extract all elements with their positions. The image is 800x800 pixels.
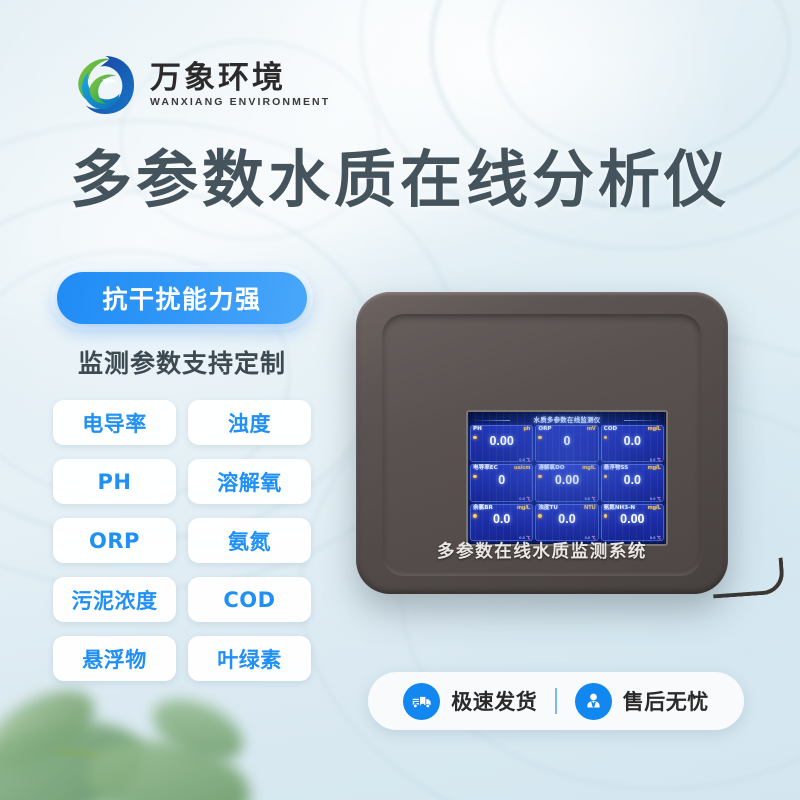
cell-value: 0.00 xyxy=(489,433,514,448)
cell-sub-unit: ℃ xyxy=(656,496,661,502)
cell-unit: mg/L xyxy=(647,504,661,511)
parameter-cell[interactable]: 余氯BR mg/L 0.0 0.0 ℃ xyxy=(470,503,534,541)
cell-sub-unit: ℃ xyxy=(526,496,531,502)
cell-value: 0 xyxy=(498,472,506,487)
parameter-cell[interactable]: 悬浮物SS mg/L 0.0 0.0 ℃ xyxy=(600,464,664,502)
cell-value: 0.00 xyxy=(554,472,580,487)
screen-header-title: 水质多参数在线监测仪 xyxy=(470,414,664,425)
parameter-cell[interactable]: PH ph 0.00 0.0 ℃ xyxy=(470,425,534,463)
cell-sub-unit: ℃ xyxy=(526,456,531,462)
product-banner: 万象环境 WANXIANG ENVIRONMENT 多参数水质在线分析仪 抗干扰… xyxy=(0,0,800,800)
parameter-tag[interactable]: 污泥浓度 xyxy=(53,577,176,622)
cell-secondary-reading: 0.0 ℃ xyxy=(650,497,661,501)
analyzer-device: 水质多参数在线监测仪 PH ph 0.00 0.0 ℃ ORP mV 0 COD… xyxy=(356,292,728,594)
parameter-tag[interactable]: ORP xyxy=(53,518,176,563)
parameter-tag[interactable]: 氨氮 xyxy=(188,518,311,563)
cell-name: 氨氮NH3-N xyxy=(603,504,636,511)
parameter-tag[interactable]: 浊度 xyxy=(188,400,311,445)
lcd-screen[interactable]: 水质多参数在线监测仪 PH ph 0.00 0.0 ℃ ORP mV 0 COD… xyxy=(466,410,668,546)
cell-sub-value: 0.0 xyxy=(649,456,656,462)
service-badge-label: 售后无忧 xyxy=(622,690,709,714)
cell-name: 余氯BR xyxy=(473,504,493,511)
brand-logo: 万象环境 WANXIANG ENVIRONMENT xyxy=(72,52,330,118)
parameter-cell-grid: PH ph 0.00 0.0 ℃ ORP mV 0 COD mg/L 0.0 0… xyxy=(470,425,664,541)
parameter-tag-grid: 电导率 浊度 PH 溶解氧 ORP 氨氮 污泥浓度 COD 悬浮物 叶绿素 xyxy=(48,400,316,681)
parameter-tag[interactable]: COD xyxy=(188,577,311,622)
parameter-cell[interactable]: ORP mV 0 xyxy=(535,425,599,463)
parameter-tag[interactable]: 悬浮物 xyxy=(53,636,176,681)
cell-sub-unit: ℃ xyxy=(591,496,596,502)
parameter-tag[interactable]: 电导率 xyxy=(53,400,176,445)
cell-name: 悬浮物SS xyxy=(603,465,629,472)
delivery-truck-icon xyxy=(403,682,441,720)
status-dot-icon xyxy=(603,514,608,518)
status-dot-icon xyxy=(473,435,477,440)
status-dot-icon xyxy=(473,514,477,518)
cell-unit: mg/L xyxy=(647,426,661,432)
device-inner-panel: 水质多参数在线监测仪 PH ph 0.00 0.0 ℃ ORP mV 0 COD… xyxy=(382,314,702,576)
device-bezel-label: 多参数在线水质监测系统 xyxy=(436,542,648,562)
cell-value: 0.00 xyxy=(620,512,645,527)
cell-secondary-reading: 0.0 ℃ xyxy=(585,497,596,501)
cell-secondary-reading: 0.0 ℃ xyxy=(519,497,530,501)
cell-sub-value: 0.0 xyxy=(649,496,656,502)
truck-glyph xyxy=(412,696,431,707)
cell-value: 0.0 xyxy=(623,433,642,448)
cell-unit: mV xyxy=(586,426,596,432)
service-badge-label: 极速发货 xyxy=(451,690,538,714)
cell-sub-value: 0.0 xyxy=(519,496,525,502)
cell-name: 电导率EC xyxy=(473,465,498,472)
cell-name: 浊度TU xyxy=(538,504,558,511)
parameter-cell[interactable]: 氨氮NH3-N mg/L 0.00 0.0 ℃ xyxy=(600,503,664,541)
person-glyph xyxy=(587,693,600,707)
service-badge-support[interactable]: 售后无忧 xyxy=(561,682,723,720)
cell-unit: mg/L xyxy=(647,465,661,472)
cell-value: 0.0 xyxy=(492,512,511,527)
cell-sub-value: 0.0 xyxy=(519,456,525,462)
cell-unit: us/cm xyxy=(514,465,531,472)
parameter-tag[interactable]: 溶解氧 xyxy=(188,459,311,504)
page-title: 多参数水质在线分析仪 xyxy=(69,143,730,216)
cell-secondary-reading: 0.0 ℃ xyxy=(519,456,531,462)
badge-divider xyxy=(555,688,557,714)
feature-panel: 抗干扰能力强 监测参数支持定制 电导率 浊度 PH 溶解氧 ORP 氨氮 污泥浓… xyxy=(48,272,316,681)
cell-name: PH xyxy=(473,426,482,432)
parameter-cell[interactable]: 电导率EC us/cm 0 0.0 ℃ xyxy=(470,464,534,502)
cell-unit: mg/L xyxy=(582,465,596,472)
cell-value: 0.0 xyxy=(623,472,642,487)
cell-unit: ph xyxy=(523,426,531,432)
feature-subtitle: 监测参数支持定制 xyxy=(77,349,286,378)
service-badge-bar: 极速发货 售后无忧 xyxy=(368,672,744,730)
cell-name: 溶解氧DO xyxy=(538,465,565,472)
cell-name: ORP xyxy=(538,426,552,432)
cell-value: 0.0 xyxy=(558,512,576,527)
cell-value: 0 xyxy=(563,433,571,448)
service-badge-shipping[interactable]: 极速发货 xyxy=(389,682,551,720)
cell-unit: mg/L xyxy=(516,504,531,511)
parameter-cell[interactable]: COD mg/L 0.0 0.0 ℃ xyxy=(600,425,664,463)
cell-sub-unit: ℃ xyxy=(656,456,661,462)
status-dot-icon xyxy=(473,474,477,479)
brand-name-cn: 万象环境 xyxy=(150,59,286,96)
status-dot-icon xyxy=(538,435,542,440)
customer-support-icon xyxy=(574,682,612,720)
status-dot-icon xyxy=(538,514,542,518)
parameter-cell[interactable]: 溶解氧DO mg/L 0.00 0.0 ℃ xyxy=(535,464,599,502)
parameter-tag[interactable]: PH xyxy=(53,459,176,504)
cell-name: COD xyxy=(603,426,618,432)
cell-sub-value: 0.0 xyxy=(584,496,591,502)
brand-name-en: WANXIANG ENVIRONMENT xyxy=(150,95,331,108)
cell-unit: NTU xyxy=(584,504,596,511)
highlight-badge: 抗干扰能力强 xyxy=(57,272,307,324)
globe-swirl-logo-icon xyxy=(78,55,135,115)
parameter-tag[interactable]: 叶绿素 xyxy=(188,636,311,681)
cell-secondary-reading: 0.0 ℃ xyxy=(649,456,661,462)
parameter-cell[interactable]: 浊度TU NTU 0.0 0.0 ℃ xyxy=(535,503,599,541)
